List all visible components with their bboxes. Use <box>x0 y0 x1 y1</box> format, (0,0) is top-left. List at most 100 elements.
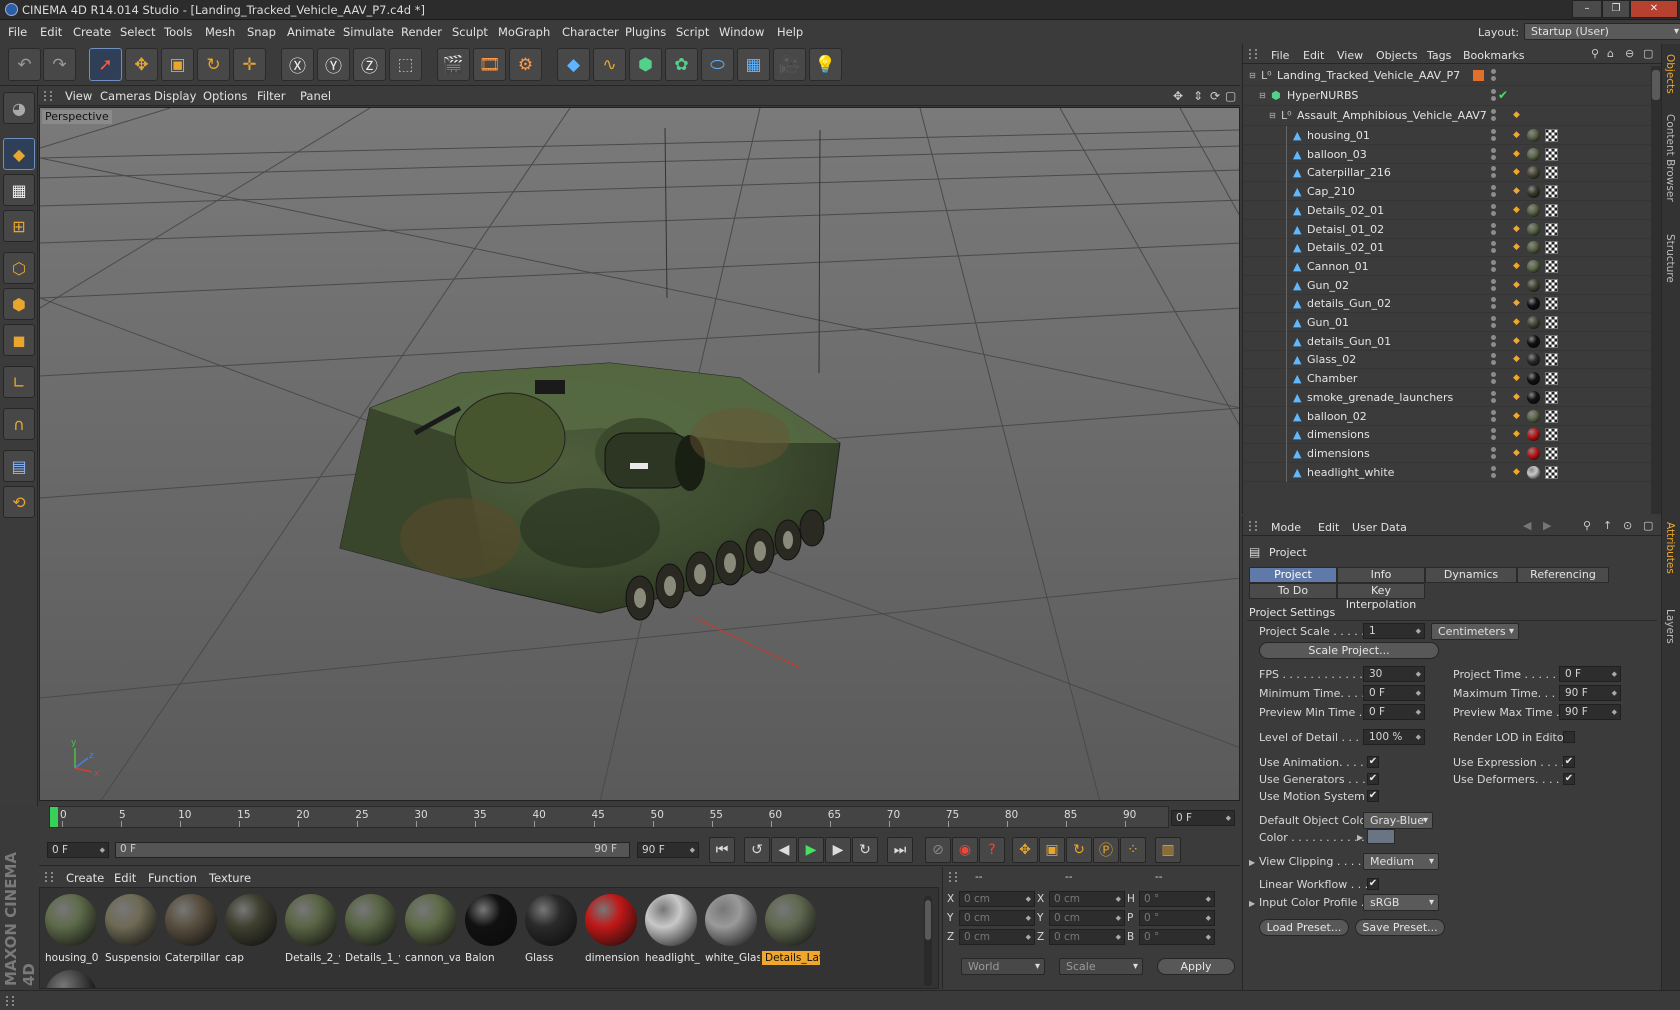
material-swatch[interactable]: Details_Lat <box>762 892 820 967</box>
material-tag-icon[interactable] <box>1527 446 1540 460</box>
uvw-tag-icon[interactable] <box>1545 316 1558 329</box>
phong-tag-icon[interactable]: ◆ <box>1513 261 1520 271</box>
uvw-tag-icon[interactable] <box>1545 353 1558 367</box>
uvw-tag-icon[interactable] <box>1545 297 1558 311</box>
phong-tag-icon[interactable]: ◆ <box>1513 467 1520 477</box>
obj-menu-bookmarks[interactable]: Bookmarks <box>1463 49 1524 62</box>
material-tag-icon[interactable] <box>1527 203 1540 217</box>
uvw-tag-icon[interactable] <box>1545 185 1558 199</box>
mat-menu-create[interactable]: Create <box>66 871 104 885</box>
use-generators-checkbox[interactable]: ✔ <box>1367 773 1379 785</box>
coord-scale-select[interactable]: Scale <box>1059 958 1143 975</box>
menu-window[interactable]: Window <box>719 25 764 39</box>
min-time-field[interactable]: 0 F <box>1363 685 1425 701</box>
phong-tag-icon[interactable]: ◆ <box>1513 242 1520 252</box>
deformer-icon[interactable]: ⬭ <box>701 48 734 81</box>
material-swatch[interactable]: dimensions <box>582 892 640 967</box>
tab-key-interpolation[interactable]: Key Interpolation <box>1337 583 1425 611</box>
menu-tools[interactable]: Tools <box>164 25 192 39</box>
timeline-ruler[interactable]: 0 5 10 15 20 25 30 35 40 45 50 55 60 65 70 75 80 85 90 <box>49 806 1169 828</box>
project-scale-field[interactable]: 1 <box>1363 623 1425 639</box>
object-row[interactable]: ▲ details_Gun_02 ◆ <box>1243 294 1651 314</box>
menu-mograph[interactable]: MoGraph <box>498 25 550 39</box>
material-tag-icon[interactable] <box>1527 372 1540 386</box>
render-picture-viewer-icon[interactable]: 🎞 <box>473 48 506 81</box>
tab-objects[interactable]: Objects <box>1664 54 1676 94</box>
material-swatch[interactable]: housing_0 <box>42 892 100 967</box>
uvw-tag-icon[interactable] <box>1545 166 1558 180</box>
vp-menu-cameras[interactable]: Cameras <box>100 89 151 103</box>
object-row[interactable]: ▲ housing_01 ◆ <box>1243 126 1651 145</box>
coord-value-field[interactable]: 0 cm <box>1049 891 1125 907</box>
view-clipping-expand-icon[interactable]: ▶ <box>1249 858 1255 867</box>
tab-layers[interactable]: Layers <box>1664 609 1676 644</box>
model-mode-icon[interactable]: ◆ <box>3 138 35 170</box>
menu-sculpt[interactable]: Sculpt <box>452 25 488 39</box>
scale-project-button[interactable]: Scale Project... <box>1259 642 1439 659</box>
object-row[interactable]: ▲ Details_02_01 ◆ <box>1243 200 1651 220</box>
restore-button[interactable]: ❐ <box>1602 0 1630 18</box>
points-mode-icon[interactable]: ⬡ <box>3 252 35 284</box>
material-tag-icon[interactable] <box>1527 147 1540 161</box>
obj-home-icon[interactable]: ⌂ <box>1607 47 1614 60</box>
tab-attributes[interactable]: Attributes <box>1664 522 1676 574</box>
object-row[interactable]: ▲ smoke_grenade_launchers ◆ <box>1243 387 1651 407</box>
snap-icon[interactable]: ⟲ <box>3 486 35 518</box>
key-param-icon[interactable]: Ⓟ <box>1093 837 1119 863</box>
menu-character[interactable]: Character <box>562 25 619 39</box>
color-swatch[interactable] <box>1367 829 1395 844</box>
menu-create[interactable]: Create <box>73 25 111 39</box>
material-tag-icon[interactable] <box>1527 390 1540 404</box>
spline-icon[interactable]: ∿ <box>593 48 626 81</box>
uvw-tag-icon[interactable] <box>1545 372 1558 386</box>
nurbs-icon[interactable]: ⬢ <box>629 48 662 81</box>
start-frame-field[interactable]: 0 F <box>47 842 109 858</box>
menu-snap[interactable]: Snap <box>247 25 276 39</box>
lod-field[interactable]: 100 % <box>1363 729 1425 745</box>
use-animation-checkbox[interactable]: ✔ <box>1367 756 1379 768</box>
3d-viewport[interactable]: y x z Perspective <box>39 107 1240 801</box>
attr-maximize-icon[interactable]: ▢ <box>1643 519 1653 532</box>
material-swatch[interactable]: cannon_va <box>402 892 460 967</box>
attr-menu-edit[interactable]: Edit <box>1318 521 1339 534</box>
redo-icon[interactable]: ↷ <box>43 48 76 81</box>
workplane-lock-icon[interactable]: ▤ <box>3 450 35 482</box>
object-row-group[interactable]: ⊟ L⁰ Assault_Amphibious_Vehicle_AAV7 ◆ <box>1243 106 1651 126</box>
material-tag-icon[interactable] <box>1527 465 1540 479</box>
phong-tag-icon[interactable]: ◆ <box>1513 167 1520 177</box>
menu-select[interactable]: Select <box>120 25 155 39</box>
material-tag-icon[interactable] <box>1527 241 1540 255</box>
linear-workflow-checkbox[interactable]: ✔ <box>1367 878 1379 890</box>
axis-mode-icon[interactable]: ∟ <box>3 366 35 398</box>
attr-menu-user-data[interactable]: User Data <box>1352 521 1407 534</box>
mat-menu-edit[interactable]: Edit <box>114 871 136 885</box>
next-key-icon[interactable]: ↻ <box>852 837 878 863</box>
coord-value-field[interactable]: 0 cm <box>959 929 1035 945</box>
range-slider[interactable]: 0 F 90 F <box>115 842 630 858</box>
vp-menu-options[interactable]: Options <box>203 89 247 103</box>
drag-handle-icon[interactable] <box>44 91 52 101</box>
vp-move-icon[interactable]: ✥ <box>1173 89 1183 103</box>
phong-tag-icon[interactable]: ◆ <box>1513 373 1520 383</box>
key-pla-icon[interactable]: ⁘ <box>1120 837 1146 863</box>
material-tag-icon[interactable] <box>1527 409 1540 423</box>
mat-drag-handle-icon[interactable] <box>45 872 53 882</box>
uvw-tag-icon[interactable] <box>1545 446 1558 460</box>
attr-menu-mode[interactable]: Mode <box>1271 521 1301 534</box>
minimize-button[interactable]: – <box>1572 0 1602 18</box>
vp-menu-filter[interactable]: Filter <box>257 89 285 103</box>
object-row[interactable]: ▲ balloon_02 ◆ <box>1243 406 1651 426</box>
preview-max-field[interactable]: 90 F <box>1559 704 1621 720</box>
material-swatch[interactable]: Details_2_v <box>282 892 340 967</box>
material-swatch[interactable]: headlight_ <box>642 892 700 967</box>
polygons-mode-icon[interactable]: ◼ <box>3 324 35 356</box>
live-selection-icon[interactable]: ✛ <box>233 48 266 81</box>
coordinate-system-icon[interactable]: ⬚ <box>389 48 422 81</box>
layout-select[interactable]: Startup (User) <box>1524 23 1680 40</box>
coord-world-select[interactable]: World <box>961 958 1045 975</box>
y-axis-lock-icon[interactable]: Ⓨ <box>317 48 350 81</box>
playhead[interactable] <box>50 807 58 827</box>
material-swatch[interactable]: Caterpillar <box>162 892 220 967</box>
prev-key-icon[interactable]: ↺ <box>744 837 770 863</box>
material-tag-icon[interactable] <box>1527 353 1540 367</box>
